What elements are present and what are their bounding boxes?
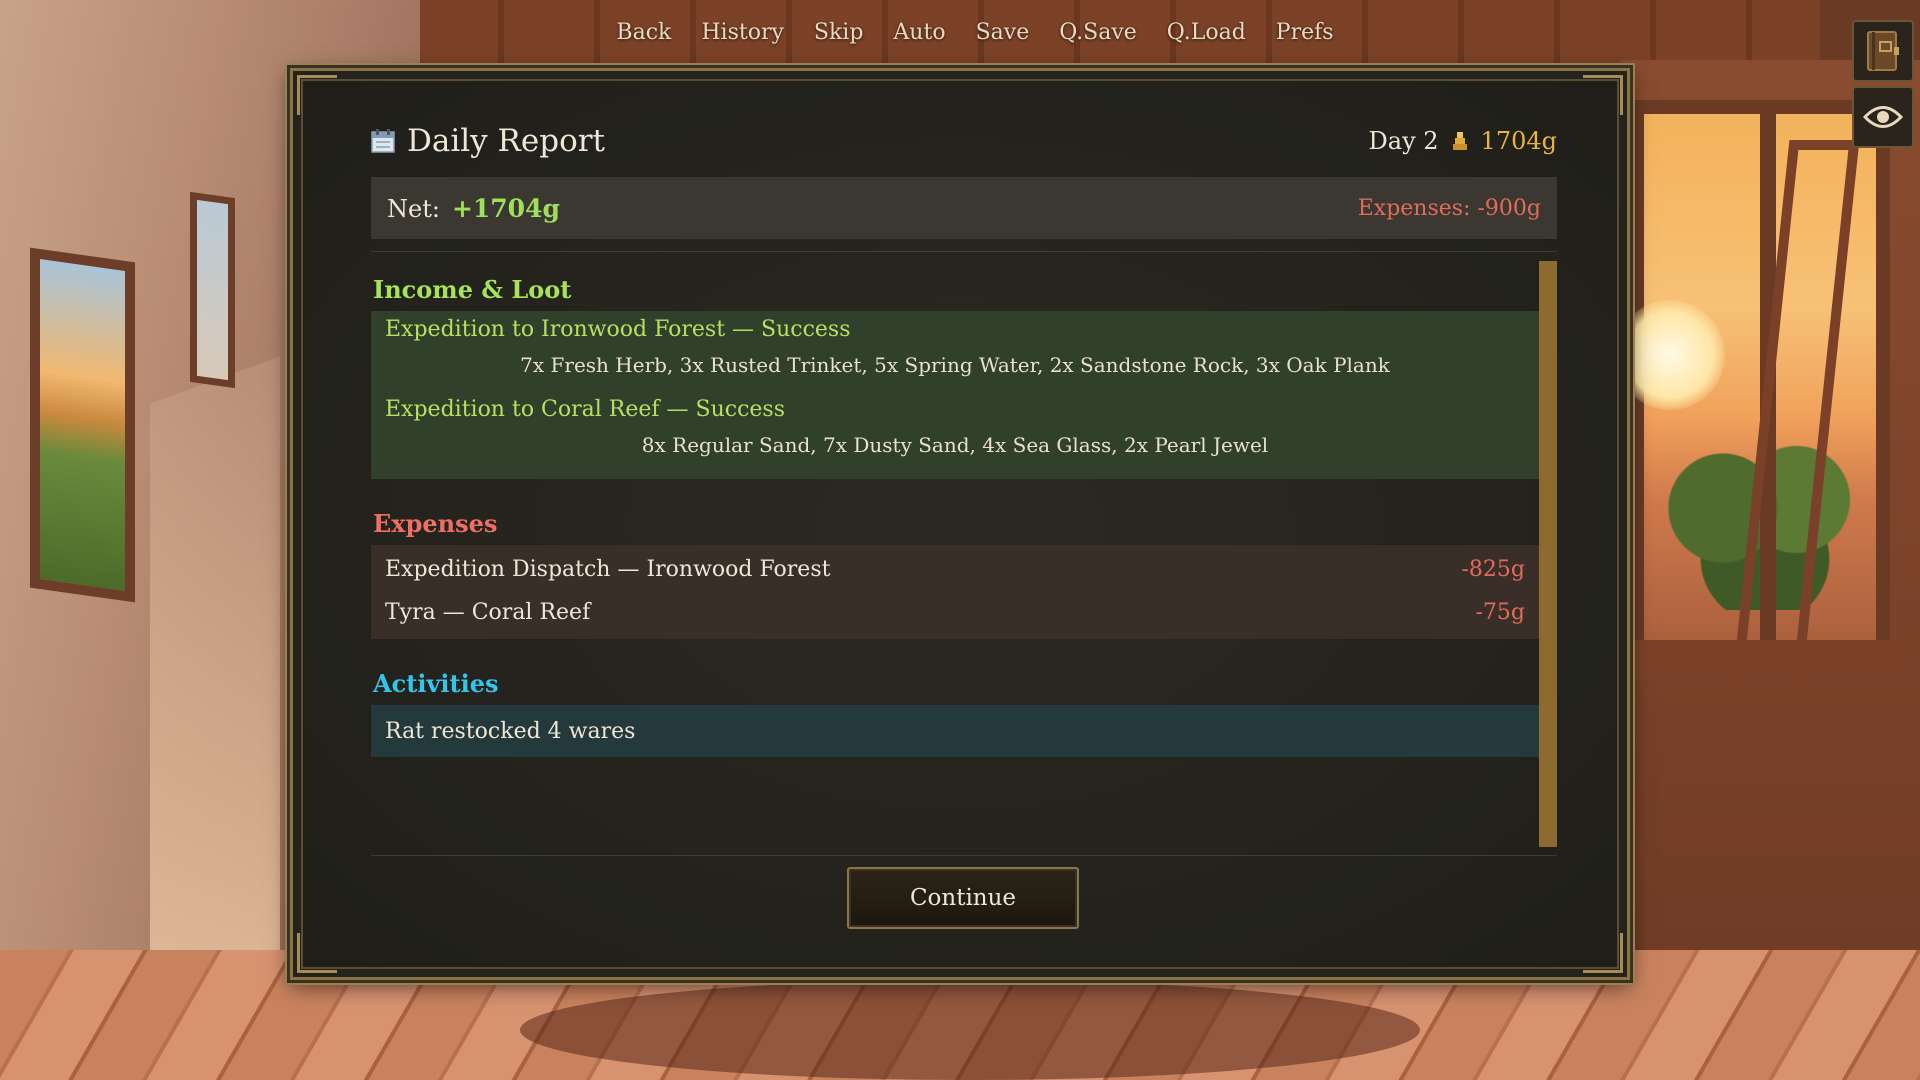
income-section-title: Income & Loot bbox=[373, 275, 572, 304]
expense-amount: -75g bbox=[1475, 600, 1525, 625]
expense-row: Expedition Dispatch — Ironwood Forest -8… bbox=[385, 557, 1525, 582]
net-summary-bar: Net: +1704g Expenses: -900g bbox=[371, 177, 1557, 239]
expenses-section: Expedition Dispatch — Ironwood Forest -8… bbox=[371, 545, 1539, 639]
header-divider bbox=[371, 251, 1557, 252]
net-value: +1704g bbox=[451, 193, 560, 223]
quick-menu: Back History Skip Auto Save Q.Save Q.Loa… bbox=[0, 20, 1920, 45]
expedition-loot: 8x Regular Sand, 7x Dusty Sand, 4x Sea G… bbox=[641, 433, 1269, 457]
expense-amount: -825g bbox=[1461, 557, 1525, 582]
save-button[interactable]: Save bbox=[976, 20, 1030, 45]
day-gold-group: Day 2 1704g bbox=[1369, 127, 1557, 155]
expense-name: Tyra — Coral Reef bbox=[385, 600, 591, 625]
net-label: Net: bbox=[387, 194, 440, 223]
continue-button[interactable]: Continue bbox=[847, 867, 1079, 929]
income-section: Expedition to Ironwood Forest — Success … bbox=[371, 311, 1539, 479]
expenses-section-title: Expenses bbox=[373, 509, 498, 538]
sun bbox=[1615, 300, 1725, 410]
panel-corner-ornament bbox=[297, 75, 337, 115]
journal-button[interactable] bbox=[1852, 20, 1914, 82]
prefs-button[interactable]: Prefs bbox=[1276, 20, 1334, 45]
page-title: Daily Report bbox=[407, 123, 606, 159]
footer-divider bbox=[371, 855, 1557, 856]
expenses-total: Expenses: -900g bbox=[1357, 195, 1541, 221]
coin-stack-icon bbox=[1452, 132, 1467, 150]
gold-amount: 1704g bbox=[1480, 127, 1557, 155]
quick-save-button[interactable]: Q.Save bbox=[1059, 20, 1137, 45]
wall-painting bbox=[30, 247, 135, 603]
expedition-loot: 7x Fresh Herb, 3x Rusted Trinket, 5x Spr… bbox=[520, 353, 1390, 377]
panel-corner-ornament bbox=[297, 933, 337, 973]
title-group: Daily Report bbox=[371, 123, 605, 159]
expense-name: Expedition Dispatch — Ironwood Forest bbox=[385, 557, 831, 582]
activities-section-title: Activities bbox=[373, 669, 499, 698]
expedition-result: Expedition to Coral Reef — Success bbox=[385, 397, 786, 422]
daily-report-panel: Daily Report Day 2 1704g Net: +1704g Exp… bbox=[290, 68, 1630, 980]
journal-icon bbox=[1867, 31, 1899, 71]
panel-corner-ornament bbox=[1583, 933, 1623, 973]
expense-row: Tyra — Coral Reef -75g bbox=[385, 600, 1525, 625]
panel-corner-ornament bbox=[1583, 75, 1623, 115]
net-group: Net: +1704g bbox=[387, 194, 560, 223]
activities-section: Rat restocked 4 wares bbox=[371, 705, 1539, 757]
auto-button[interactable]: Auto bbox=[893, 20, 945, 45]
back-button[interactable]: Back bbox=[616, 20, 671, 45]
history-button[interactable]: History bbox=[701, 20, 784, 45]
floor-shadow bbox=[520, 980, 1420, 1080]
expedition-result: Expedition to Ironwood Forest — Success bbox=[385, 317, 851, 342]
report-scrollbar[interactable] bbox=[1539, 261, 1557, 847]
report-header: Daily Report Day 2 1704g bbox=[371, 121, 1557, 161]
eye-icon bbox=[1863, 106, 1903, 128]
calendar-icon bbox=[371, 129, 395, 153]
window-sill bbox=[1610, 640, 1910, 680]
small-wall-painting bbox=[190, 191, 235, 389]
day-counter: Day 2 bbox=[1368, 127, 1439, 155]
skip-button[interactable]: Skip bbox=[814, 20, 864, 45]
report-content: Income & Loot Expedition to Ironwood For… bbox=[371, 261, 1539, 847]
hide-ui-button[interactable] bbox=[1852, 86, 1914, 148]
activity-item: Rat restocked 4 wares bbox=[385, 718, 636, 744]
quick-load-button[interactable]: Q.Load bbox=[1167, 20, 1246, 45]
